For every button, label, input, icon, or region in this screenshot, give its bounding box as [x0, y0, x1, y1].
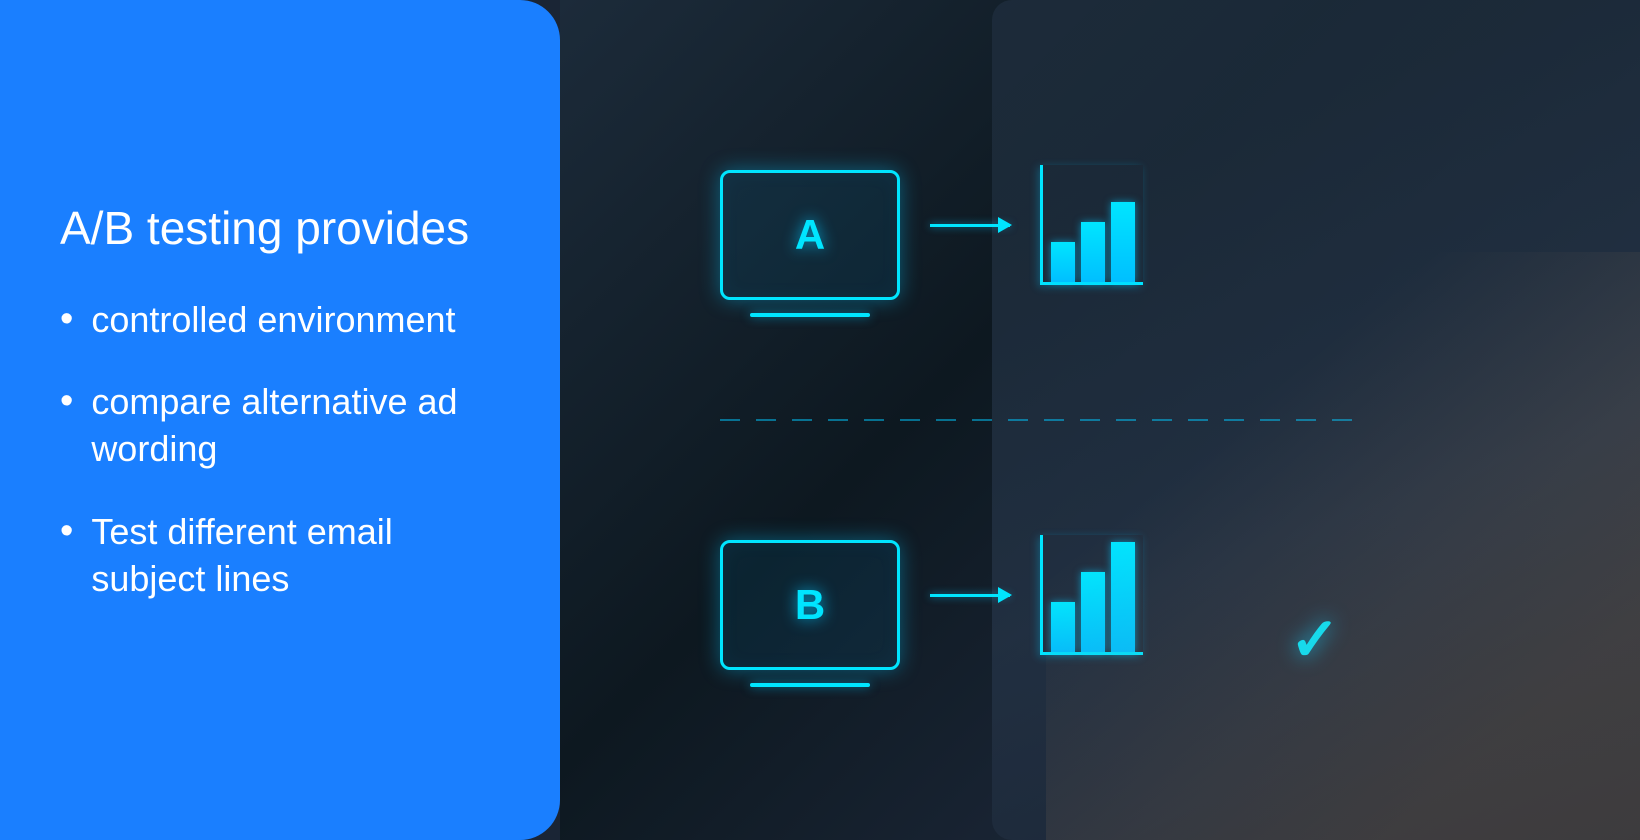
dashed-divider [720, 419, 1360, 421]
winner-checkmark: ✓ [1290, 610, 1340, 670]
monitor-a-label: A [795, 211, 825, 259]
list-item-text-2: compare alternative ad wording [91, 379, 500, 473]
bullet-1: • [60, 297, 73, 343]
chart-b [1040, 535, 1143, 655]
chart-a [1040, 165, 1143, 285]
bullet-list: • controlled environment • compare alter… [60, 297, 500, 639]
bullet-2: • [60, 379, 73, 425]
arrow-a [930, 224, 1010, 227]
list-item-1: • controlled environment [60, 297, 500, 344]
ab-testing-diagram: A B ✓ [660, 110, 1380, 730]
chart-a-bar-1 [1051, 242, 1075, 282]
left-content-panel: A/B testing provides • controlled enviro… [0, 0, 560, 840]
bullet-3: • [60, 509, 73, 555]
monitor-a: A [720, 170, 900, 300]
monitor-b-label: B [795, 581, 825, 629]
arrow-b [930, 594, 1010, 597]
chart-a-bar-3 [1111, 202, 1135, 282]
chart-b-bar-3 [1111, 542, 1135, 652]
chart-a-bar-2 [1081, 222, 1105, 282]
list-item-text-1: controlled environment [91, 297, 455, 344]
version-b-row: B [720, 540, 1143, 670]
right-image-panel: A B ✓ [560, 0, 1640, 840]
list-item-3: • Test different email subject lines [60, 509, 500, 603]
list-item-text-3: Test different email subject lines [91, 509, 500, 603]
chart-b-bar-1 [1051, 602, 1075, 652]
monitor-b: B [720, 540, 900, 670]
list-item-2: • compare alternative ad wording [60, 379, 500, 473]
version-a-row: A [720, 170, 1143, 300]
chart-b-bar-2 [1081, 572, 1105, 652]
heading: A/B testing provides [60, 201, 500, 256]
